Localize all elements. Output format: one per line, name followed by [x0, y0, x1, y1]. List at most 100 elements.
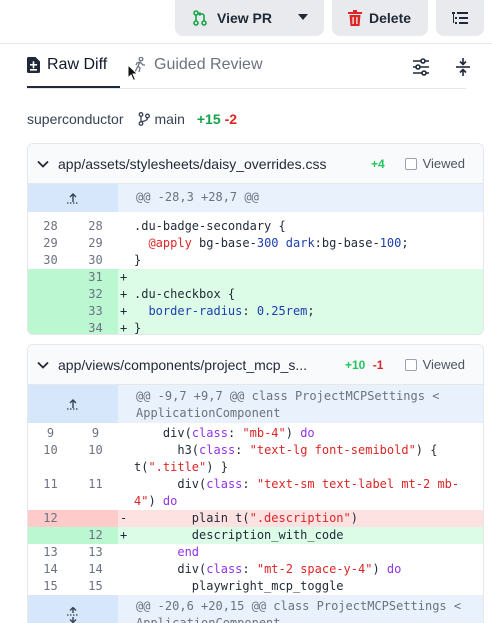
view-pr-label: View PR — [217, 10, 272, 26]
file-path: app/views/components/project_mcp_s... — [58, 356, 308, 373]
viewed-label: Viewed — [422, 156, 465, 171]
top-toolbar: View PR Delete — [0, 0, 492, 44]
added-line: 31 + — [28, 269, 483, 286]
diff-sign — [118, 578, 134, 595]
code-text: } — [134, 253, 142, 267]
new-line-number: 30 — [88, 253, 103, 267]
context-line: 9 9 div(class: "mb-4") do — [28, 425, 483, 442]
view-pr-button[interactable]: View PR — [175, 0, 324, 36]
view-tabs: Raw Diff Guided Review — [0, 46, 492, 90]
file-deletions: -1 — [372, 358, 384, 372]
diff-lines: 28 28 .du-badge-secondary {29 29 @apply bg-… — [28, 218, 483, 335]
expand-both-button[interactable] — [28, 595, 118, 623]
old-line-number: 14 — [43, 562, 58, 576]
new-line-number: 32 — [73, 286, 118, 303]
expand-both-icon — [67, 607, 79, 623]
tab-raw-diff-label: Raw Diff — [47, 56, 108, 73]
new-line-number: 11 — [88, 477, 103, 491]
diff-sign — [118, 544, 134, 561]
tab-divider — [27, 88, 466, 89]
file-header[interactable]: app/views/components/project_mcp_s... +1… — [28, 345, 483, 385]
new-line-number: 13 — [88, 545, 103, 559]
viewed-checkbox[interactable]: Viewed — [404, 156, 465, 171]
new-line-number — [73, 510, 118, 527]
repo-name: superconductor — [27, 111, 124, 127]
delete-button[interactable]: Delete — [332, 0, 428, 36]
old-line-number: 10 — [43, 443, 58, 457]
diff-sign: - — [120, 511, 128, 525]
sliders-icon[interactable] — [412, 58, 430, 76]
new-line-number: 10 — [88, 443, 103, 457]
added-line: 32 + .du-checkbox { — [28, 286, 483, 303]
old-line-number: 29 — [43, 236, 58, 250]
chevron-down-icon[interactable] — [298, 14, 308, 20]
code-text: } — [134, 321, 142, 335]
expand-up-icon — [67, 399, 79, 410]
file-stats: +4 — [371, 157, 385, 171]
old-line-number: 11 — [43, 477, 58, 491]
diff-sign: + — [120, 287, 128, 301]
code-text: h3(class: "text-lg font-semibold") { t("… — [134, 443, 445, 474]
code-text: div(class: "text-sm text-label mt-2 mb-4… — [134, 477, 460, 508]
old-line-number: 13 — [43, 545, 58, 559]
added-line: 12 + description_with_code — [28, 527, 483, 544]
file-additions: +10 — [345, 358, 366, 372]
list-tree-icon — [452, 12, 468, 24]
file-header[interactable]: app/assets/stylesheets/daisy_overrides.c… — [28, 144, 483, 184]
diff-sign — [118, 235, 134, 252]
file-diff-icon — [27, 57, 40, 73]
tab-guided-review[interactable]: Guided Review — [133, 56, 263, 74]
checkbox-box[interactable] — [404, 358, 417, 371]
delete-label: Delete — [369, 10, 412, 26]
old-line-number: 12 — [28, 510, 73, 527]
chevron-down-icon[interactable] — [37, 160, 49, 168]
expand-up-button[interactable] — [28, 385, 118, 423]
code-text: plain t(".description") — [134, 511, 358, 525]
new-line-number: 9 — [91, 426, 100, 440]
code-text: description_with_code — [134, 528, 344, 542]
new-line-number: 33 — [73, 303, 118, 320]
repo-summary: superconductor main +15 -2 — [27, 111, 237, 127]
mouse-cursor-icon — [127, 64, 139, 82]
diff-sign — [118, 561, 134, 578]
file-stats: +10 -1 — [345, 358, 383, 372]
old-line-number — [28, 303, 73, 320]
new-line-number: 12 — [73, 527, 118, 544]
collapse-vertical-icon[interactable] — [454, 58, 472, 76]
hunk-header-text: @@ -28,3 +28,7 @@ — [136, 190, 259, 204]
outline-button[interactable] — [436, 0, 484, 36]
context-line: 13 13 end — [28, 544, 483, 561]
branch-name: main — [154, 111, 185, 127]
expand-up-button[interactable] — [28, 184, 118, 212]
hunk-header: @@ -20,6 +20,15 @@ class ProjectMCPSetti… — [28, 595, 483, 623]
diff-sign: + — [120, 528, 128, 542]
hunk-header-text: @@ -9,7 +9,7 @@ class ProjectMCPSettings… — [136, 389, 440, 420]
removed-line: 12 - plain t(".description") — [28, 510, 483, 527]
code-text: .du-badge-secondary { — [134, 219, 286, 233]
git-branch-icon — [138, 112, 150, 126]
context-line: 14 14 div(class: "mt-2 space-y-4") do — [28, 561, 483, 578]
code-text: end — [177, 545, 200, 559]
hunk-header: @@ -28,3 +28,7 @@ — [28, 184, 483, 212]
code-text: div(class: "mb-4") do — [134, 426, 315, 440]
old-line-number — [28, 527, 73, 544]
diff-sign — [118, 442, 134, 476]
expand-up-icon — [67, 193, 79, 204]
context-line: 11 11 div(class: "text-sm text-label mt-2… — [28, 476, 483, 510]
tab-raw-diff[interactable]: Raw Diff — [27, 56, 107, 74]
diff-sign — [118, 476, 134, 510]
context-line: 30 30} — [28, 252, 483, 269]
diff-sign: + — [120, 270, 128, 284]
total-additions: +15 — [196, 111, 221, 127]
chevron-down-icon[interactable] — [37, 361, 49, 369]
code-text: playwright_mcp_toggle — [134, 579, 344, 593]
new-line-number: 15 — [88, 579, 103, 593]
viewed-checkbox[interactable]: Viewed — [404, 357, 465, 372]
context-line: 29 29 @apply bg-base-300 dark:bg-base-100… — [28, 235, 483, 252]
file-additions: +4 — [371, 157, 385, 171]
checkbox-box[interactable] — [404, 157, 417, 170]
diff-sign — [118, 425, 134, 442]
pull-request-icon — [193, 10, 207, 26]
old-line-number — [28, 286, 73, 303]
